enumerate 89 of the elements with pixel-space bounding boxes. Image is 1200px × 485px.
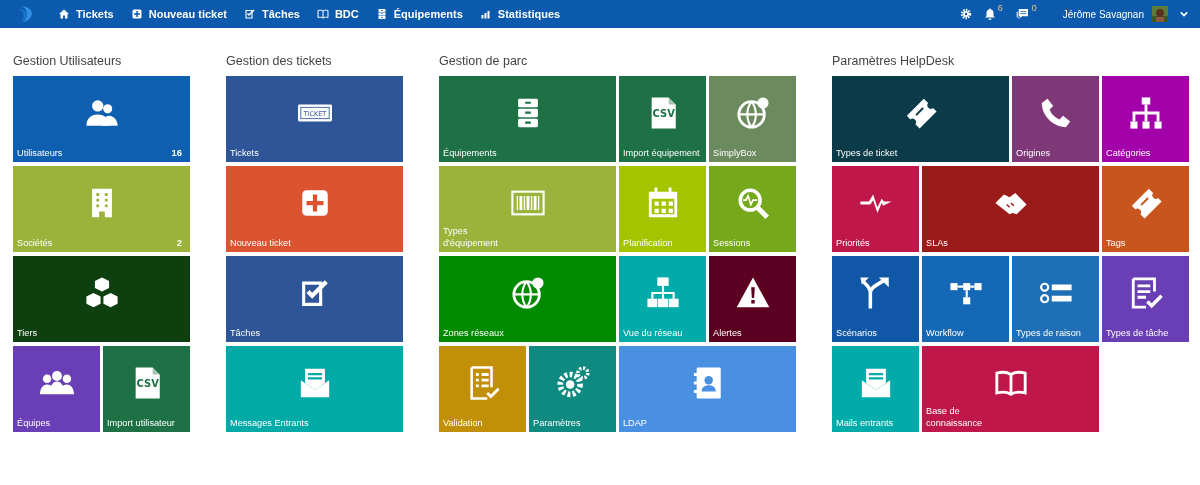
section-title: Gestion Utilisateurs	[13, 54, 123, 68]
tile-label: Planification	[623, 237, 673, 249]
tile-label: Tiers	[17, 327, 38, 339]
nav-link[interactable]: Statistiques	[479, 8, 561, 20]
tile-label: Tâches	[230, 327, 261, 339]
user-name[interactable]: Jérôme Savagnan	[1062, 8, 1144, 20]
menu-tile[interactable]: Base de connaissance	[922, 346, 1099, 432]
tile-label: Mails entrants	[836, 417, 894, 429]
chat-icon[interactable]	[1014, 7, 1030, 21]
menu-tile[interactable]: LDAP	[619, 346, 796, 432]
tile-count: 16	[171, 147, 182, 159]
menu-tile[interactable]: Origines	[1012, 76, 1099, 162]
tile-label: Priorités	[836, 237, 870, 249]
tile-label: SLAs	[926, 237, 948, 249]
gears-icon	[555, 366, 590, 400]
globe-icon	[510, 276, 545, 310]
book-icon	[316, 8, 329, 20]
search-icon	[735, 186, 770, 220]
tile-label: Équipes	[17, 417, 51, 429]
tile-label: Nouveau ticket	[230, 237, 291, 249]
settings-icon[interactable]	[959, 8, 972, 20]
tile-label: SimplyBox	[713, 147, 757, 159]
tile-label: Origines	[1016, 147, 1051, 159]
cubes-icon	[84, 276, 119, 310]
globe-icon	[735, 96, 770, 130]
tile-count: 2	[176, 237, 182, 249]
menu-tile[interactable]: Équipes	[13, 346, 100, 432]
warning-icon	[735, 276, 770, 310]
menu-tile[interactable]: Catégories	[1102, 76, 1189, 162]
menu-tile[interactable]: Types de ticket	[832, 76, 1009, 162]
home-icon	[58, 8, 70, 20]
tile-label: Base de connaissance	[926, 406, 984, 429]
menu-tile[interactable]: Zones réseaux	[439, 256, 616, 342]
tile-label: Utilisateurs	[17, 147, 63, 159]
tile-label: Paramètres	[533, 417, 581, 429]
tile-label: Types de tâche	[1106, 327, 1169, 339]
menu-tile[interactable]: Alertes	[709, 256, 796, 342]
tile-label: Types de ticket	[836, 147, 898, 159]
sitemap-icon	[1128, 96, 1163, 130]
menu-tile[interactable]: Tags	[1102, 166, 1189, 252]
network-icon	[645, 276, 680, 310]
tile-label: Catégories	[1106, 147, 1151, 159]
menu-tile[interactable]: Types de tâche	[1102, 256, 1189, 342]
nav-link[interactable]: Tâches	[243, 8, 300, 20]
tile-label: Import utilisateur	[107, 417, 175, 429]
tile-label: Import équipement	[623, 147, 700, 159]
tile-label: Validation	[443, 417, 483, 429]
section-title: Gestion de parc	[439, 54, 529, 68]
menu-tile[interactable]: Paramètres	[529, 346, 616, 432]
tile-label: Types d'équipement	[443, 226, 499, 249]
tile-label: Messages Entrants	[230, 417, 309, 429]
menu-tile[interactable]: Scénarios	[832, 256, 919, 342]
plus-icon	[130, 8, 143, 20]
menu-tile[interactable]: Workflow	[922, 256, 1009, 342]
menu-tile[interactable]: Tiers	[13, 256, 190, 342]
nav-link[interactable]: BDC	[316, 8, 359, 20]
nav-link[interactable]: Nouveau ticket	[130, 8, 227, 20]
tile-label: Workflow	[926, 327, 964, 339]
tile-label: Alertes	[713, 327, 742, 339]
menu-tile[interactable]: SimplyBox	[709, 76, 796, 162]
tile-label: LDAP	[623, 417, 647, 429]
menu-tile[interactable]: Tâches	[226, 256, 403, 342]
menu-tile[interactable]: Équipements	[439, 76, 616, 162]
section-title: Paramètres HelpDesk	[832, 54, 956, 68]
tile-label: Sessions	[713, 237, 751, 249]
menu-tile[interactable]: CSV Import équipement	[619, 76, 706, 162]
tile-label: Tags	[1106, 237, 1126, 249]
bell-icon[interactable]	[983, 8, 996, 20]
menu-tile[interactable]: CSV Import utilisateur	[103, 346, 190, 432]
tile-label: Types de raison	[1016, 327, 1081, 339]
menu-tile[interactable]: Priorités	[832, 166, 919, 252]
menu-tile[interactable]: Types de raison	[1012, 256, 1099, 342]
menu-tile[interactable]: SLAs	[922, 166, 1099, 252]
section-title: Gestion des tickets	[226, 54, 333, 68]
bar-chart-icon	[479, 8, 492, 20]
menu-tile[interactable]: Nouveau ticket	[226, 166, 403, 252]
tile-label: Scénarios	[836, 327, 877, 339]
tile-label: Vue du réseau	[623, 327, 683, 339]
menu-tile[interactable]: Utilisateurs 16	[13, 76, 190, 162]
nav-link[interactable]: Tickets	[58, 8, 114, 20]
tile-label: Sociétés	[17, 237, 53, 249]
caret-icon[interactable]	[1180, 10, 1188, 18]
tile-label: Tickets	[230, 147, 259, 159]
nav-link[interactable]: Équipements	[375, 8, 463, 20]
checkbox-icon	[243, 8, 256, 20]
notification-count: 6	[997, 4, 1003, 13]
message-count: 0	[1031, 3, 1037, 13]
tile-label: Équipements	[443, 147, 497, 159]
tile-label: Zones réseaux	[443, 327, 504, 339]
